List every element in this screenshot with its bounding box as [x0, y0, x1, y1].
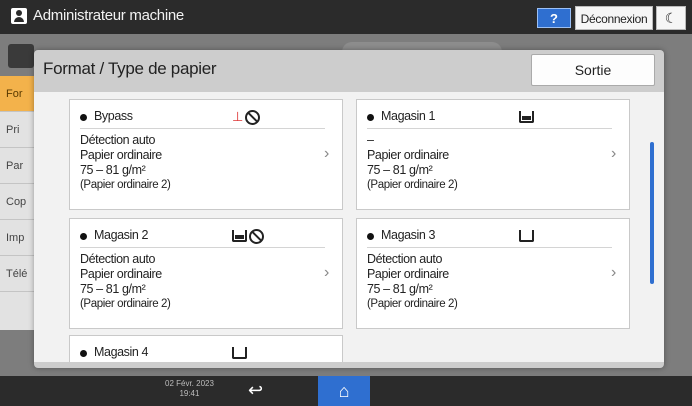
bullet-icon: [80, 350, 87, 357]
card-header: Magasin 3: [367, 227, 612, 248]
home-button[interactable]: ⌂: [318, 376, 370, 406]
detection-line: –: [367, 133, 374, 147]
paper-weight-line: 75 – 81 g/m²: [367, 163, 433, 177]
scrollbar[interactable]: [650, 142, 654, 284]
no-entry-icon: [245, 109, 261, 125]
paper-type-line: Papier ordinaire: [80, 148, 162, 162]
exit-button[interactable]: Sortie: [531, 54, 655, 86]
detection-line: Détection auto: [80, 252, 156, 266]
tray-card-magasin-1[interactable]: Magasin 1 – Papier ordinaire 75 – 81 g/m…: [356, 99, 630, 210]
bypass-tray-icon: ⊥: [232, 109, 244, 124]
tray-name: Magasin 3: [381, 228, 436, 242]
paper-type-line: Papier ordinaire: [80, 267, 162, 281]
tray-card-bypass[interactable]: Bypass ⊥ Détection auto Papier ordinaire…: [69, 99, 343, 210]
paper-tray-full-icon: [232, 230, 247, 242]
app-title: Administrateur machine: [33, 7, 184, 24]
tray-name: Magasin 4: [94, 345, 149, 359]
user-icon: [11, 8, 27, 24]
background-back-button: [8, 44, 34, 68]
background-sidebar-item: Imp: [0, 220, 38, 256]
card-header: Bypass ⊥: [80, 108, 325, 129]
tray-card-magasin-3[interactable]: Magasin 3 Détection auto Papier ordinair…: [356, 218, 630, 329]
chevron-right-icon: ›: [611, 145, 617, 162]
no-entry-icon: [249, 228, 264, 244]
card-header: Magasin 4: [80, 344, 325, 362]
background-sidebar-item: Pri: [0, 112, 38, 148]
paper-tray-empty-icon: [519, 230, 534, 242]
paper-tray-empty-icon: [232, 347, 247, 359]
detection-line: Détection auto: [367, 252, 443, 266]
paper-subtype-line: (Papier ordinaire 2): [367, 179, 458, 191]
date-label: 02 Févr. 2023: [165, 379, 214, 388]
card-header: Magasin 1: [367, 108, 612, 129]
tray-card-magasin-4[interactable]: Magasin 4: [69, 335, 343, 362]
tray-card-magasin-2[interactable]: Magasin 2 Détection auto Papier ordinair…: [69, 218, 343, 329]
chevron-right-icon: ›: [611, 264, 617, 281]
energy-saver-button[interactable]: ☾: [656, 6, 686, 30]
chevron-right-icon: ›: [324, 264, 330, 281]
card-header: Magasin 2: [80, 227, 325, 248]
paper-subtype-line: (Papier ordinaire 2): [367, 298, 458, 310]
paper-tray-full-icon: [519, 111, 534, 123]
chevron-right-icon: ›: [324, 145, 330, 162]
paper-weight-line: 75 – 81 g/m²: [80, 163, 146, 177]
paper-type-line: Papier ordinaire: [367, 148, 449, 162]
time-label: 19:41: [179, 389, 200, 398]
help-button[interactable]: ?: [537, 8, 571, 28]
paper-weight-line: 75 – 81 g/m²: [367, 282, 433, 296]
background-sidebar-item: Télé: [0, 256, 38, 292]
dialog-body: Bypass ⊥ Détection auto Papier ordinaire…: [34, 92, 664, 362]
logout-button[interactable]: Déconnexion: [575, 6, 653, 30]
paper-type-line: Papier ordinaire: [367, 267, 449, 281]
date-time: 02 Févr. 2023 19:41: [165, 379, 214, 399]
bottom-bar: 02 Févr. 2023 19:41 ↩ ⌂: [0, 376, 692, 406]
back-arrow-icon[interactable]: ↩: [248, 380, 263, 400]
bullet-icon: [367, 114, 374, 121]
paper-subtype-line: (Papier ordinaire 2): [80, 298, 171, 310]
home-icon: ⌂: [338, 381, 350, 401]
dialog-title: Format / Type de papier: [43, 59, 217, 78]
tray-name: Magasin 1: [381, 109, 436, 123]
background-sidebar: For Pri Par Cop Imp Télé: [0, 76, 38, 330]
background-sidebar-item: Par: [0, 148, 38, 184]
bullet-icon: [367, 233, 374, 240]
status-bar: Administrateur machine ? Déconnexion ☾: [0, 0, 692, 34]
bullet-icon: [80, 233, 87, 240]
paper-subtype-line: (Papier ordinaire 2): [80, 179, 171, 191]
background-sidebar-item: Cop: [0, 184, 38, 220]
detection-line: Détection auto: [80, 133, 156, 147]
moon-icon: ☾: [664, 10, 678, 26]
tray-name: Magasin 2: [94, 228, 149, 242]
bullet-icon: [80, 114, 87, 121]
tray-name: Bypass: [94, 109, 133, 123]
paper-weight-line: 75 – 81 g/m²: [80, 282, 146, 296]
background-sidebar-item: For: [0, 76, 38, 112]
paper-size-type-dialog: Format / Type de papier Sortie Bypass ⊥ …: [34, 50, 664, 368]
